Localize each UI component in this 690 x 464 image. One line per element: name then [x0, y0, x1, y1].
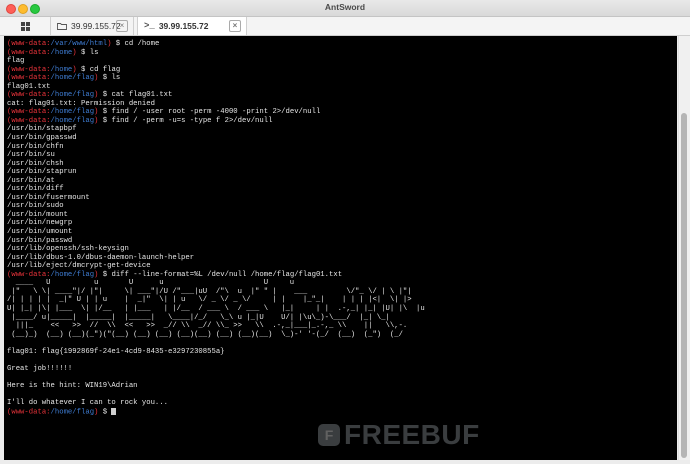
command-text: ls — [111, 74, 121, 83]
prompt-paren: ) — [94, 91, 99, 100]
prompt-path: /home/flag — [50, 116, 95, 125]
prompt-paren: ) — [94, 270, 99, 279]
terminal-prompt-line: (www-data:/home/flag) $ — [7, 407, 677, 417]
terminal-output-line: Great job!!!!!! — [7, 364, 73, 373]
terminal-output-line: U| |_| |\| |___ \| |/__ | |___ | |/__ / … — [7, 304, 430, 313]
terminal-output-line: /usr/bin/staprun — [7, 168, 77, 177]
terminal-output-line: |||_ << >> // \\ << >> _// \\ _// \\_ >>… — [7, 322, 412, 331]
prompt-paren: ) — [72, 48, 77, 57]
terminal-output-line: /usr/bin/chfn — [7, 142, 64, 151]
tab-file-manager[interactable]: 39.99.155.72 × — [50, 17, 134, 35]
terminal-output-line: /usr/bin/passwd — [7, 236, 73, 245]
tab-label: 39.99.155.72 — [71, 21, 121, 31]
prompt-user: www-data — [11, 108, 47, 117]
prompt-path: /home — [50, 48, 73, 57]
terminal-output-line: flag01.txt — [7, 82, 51, 91]
prompt-user: www-data — [11, 40, 47, 48]
terminal-output-line: flag01: flag{1992869f-24e1-4cd9-8435-e32… — [7, 347, 225, 356]
terminal-output-line: /usr/bin/at — [7, 176, 55, 185]
command-text: find / -user root -perm -4000 -print 2>/… — [111, 108, 321, 117]
prompt-paren: ) — [94, 74, 99, 83]
command-text: find / -perm -u=s -type f 2>/dev/null — [111, 116, 273, 125]
terminal-output-line: (__)_) (__) (__)(_")("(__) (__) (__) (__… — [7, 330, 408, 339]
tab-bar: 39.99.155.72 × >_ 39.99.155.72 × — [0, 17, 690, 36]
watermark: F FREEBUF — [318, 418, 480, 452]
folder-icon — [57, 23, 67, 30]
prompt-user: www-data — [11, 65, 47, 74]
grid-menu-button[interactable] — [6, 19, 44, 33]
terminal-prompt-line: (www-data:/home/flag) $ find / -user roo… — [7, 108, 321, 117]
terminal-output: (www-data:/var/www/html) $ cd /home (www-… — [4, 36, 677, 416]
command-text: cd /home — [124, 40, 160, 48]
prompt-paren: ) — [94, 116, 99, 125]
prompt-path: /home/flag — [50, 91, 95, 100]
prompt-path: /home/flag — [50, 270, 95, 279]
terminal-output-line: /usr/bin/diff — [7, 185, 64, 194]
command-text: ls — [89, 48, 99, 57]
prompt-paren: ) — [94, 407, 99, 416]
terminal-output-line: /usr/bin/sudo — [7, 202, 64, 211]
prompt-path: /var/www/html — [50, 40, 108, 48]
terminal-prompt-line: (www-data:/home/flag) $ ls — [7, 74, 121, 83]
prompt-user: www-data — [11, 74, 47, 83]
terminal-output-line: /usr/bin/newgrp — [7, 219, 73, 228]
tab-terminal[interactable]: >_ 39.99.155.72 × — [137, 17, 247, 35]
prompt-user: www-data — [11, 91, 47, 100]
terminal-output-line: /usr/lib/openssh/ssh-keysign — [7, 245, 129, 254]
close-icon[interactable]: × — [116, 20, 128, 32]
prompt-paren: ) — [107, 40, 112, 48]
prompt-path: /home/flag — [50, 407, 95, 416]
watermark-text: FREEBUF — [344, 419, 480, 450]
terminal-output-line: /usr/bin/stapbpf — [7, 125, 77, 134]
prompt-user: www-data — [11, 407, 47, 416]
terminal-prompt-line: (www-data:/home/flag) $ diff --line-form… — [7, 270, 343, 279]
prompt-paren: ) — [94, 108, 99, 117]
terminal-output-line: /usr/bin/umount — [7, 228, 73, 237]
terminal-prompt-line: (www-data:/home/flag) $ find / -perm -u=… — [7, 116, 273, 125]
freebuf-logo-icon: F — [318, 424, 340, 446]
prompt-paren: ) — [72, 65, 77, 74]
terminal-output-line: /usr/bin/mount — [7, 210, 68, 219]
prompt-path: /home/flag — [50, 74, 95, 83]
prompt-path: /home/flag — [50, 108, 95, 117]
grid-icon — [20, 21, 30, 31]
command-text: cat flag01.txt — [111, 91, 173, 100]
terminal-output-line: flag — [7, 57, 25, 66]
close-icon[interactable]: × — [229, 20, 241, 32]
prompt-user: www-data — [11, 116, 47, 125]
terminal-output-line: cat: flag01.txt: Permission denied — [7, 99, 155, 108]
scrollbar-thumb[interactable] — [681, 113, 687, 458]
terminal-prompt-line: (www-data:/home) $ cd flag — [7, 65, 121, 74]
terminal-output-line: |" \ \| ____"|/ |"| \| ___"|/U /"___|uU … — [7, 287, 416, 296]
window-title: AntSword — [324, 2, 366, 12]
terminal-output-line: Here is the hint: WIN19\Adrian — [7, 381, 138, 390]
terminal-prompt-line: (www-data:/home) $ ls — [7, 48, 99, 57]
terminal-output-line: |____/ u|_____| |_____| |_____| \____|/_… — [7, 313, 395, 322]
terminal-output-line: I'll do whatever I can to rock you... — [7, 398, 168, 407]
terminal-icon: >_ — [144, 21, 155, 31]
command-text: cd flag — [89, 65, 121, 74]
title-bar: AntSword — [0, 0, 690, 17]
command-text: diff --line-format=%L /dev/null /home/fl… — [111, 270, 343, 279]
terminal-prompt-line: (www-data:/home/flag) $ cat flag01.txt — [7, 91, 173, 100]
terminal-output-line: /usr/bin/fusermount — [7, 193, 90, 202]
terminal-output-line: /usr/lib/dbus-1.0/dbus-daemon-launch-hel… — [7, 253, 195, 262]
terminal-panel[interactable]: (www-data:/var/www/html) $ cd /home (www-… — [4, 36, 677, 460]
prompt-user: www-data — [11, 270, 47, 279]
tab-label: 39.99.155.72 — [158, 21, 209, 31]
terminal-prompt-line: (www-data:/var/www/html) $ cd /home — [7, 40, 160, 48]
terminal-output-line: /usr/lib/eject/dmcrypt-get-device — [7, 262, 151, 271]
terminal-output-line: /| | | | | _|" U | | u | _|" \| | u \/ _… — [7, 296, 416, 305]
prompt-path: /home — [50, 65, 73, 74]
terminal-output-line: /usr/bin/chsh — [7, 159, 64, 168]
prompt-user: www-data — [11, 48, 47, 57]
terminal-cursor[interactable] — [111, 407, 117, 415]
terminal-output-line: ____ U u U u U u — [7, 279, 303, 288]
terminal-output-line: /usr/bin/su — [7, 151, 55, 160]
terminal-output-line: /usr/bin/gpasswd — [7, 134, 77, 143]
